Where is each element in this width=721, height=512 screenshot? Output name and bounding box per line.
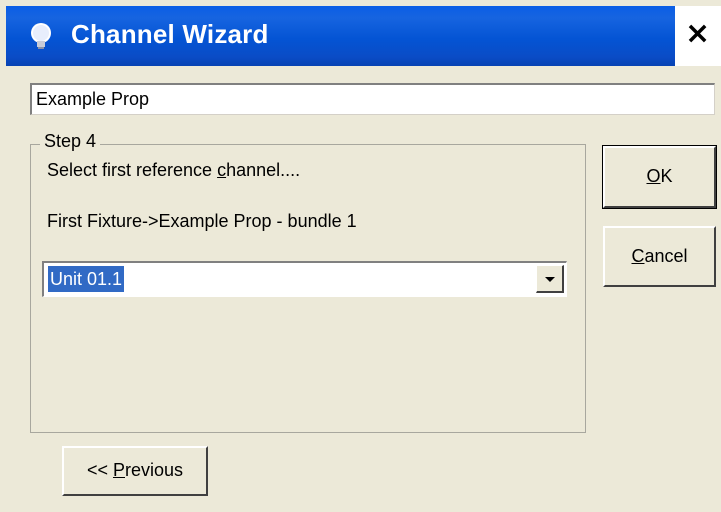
title-bar[interactable]: Channel Wizard × [6, 6, 721, 66]
window-title: Channel Wizard [71, 19, 269, 49]
selected-channel-value: Unit 01.1 [48, 266, 125, 292]
reference-channel-select[interactable]: Unit 01.1 [42, 261, 567, 297]
prop-name-input[interactable]: Example Prop [30, 83, 715, 115]
close-button[interactable]: × [675, 6, 721, 66]
close-icon: × [685, 16, 711, 51]
channel-wizard-dialog: Channel Wizard × Example Prop Step 4 Sel… [0, 0, 721, 512]
previous-button[interactable]: << Previous [62, 446, 208, 496]
instruction-label: Select first reference channel.... [47, 160, 301, 180]
chevron-down-icon[interactable] [536, 265, 564, 293]
cancel-button[interactable]: Cancel [603, 226, 716, 287]
lightbulb-icon [31, 23, 51, 49]
fixture-path-label: First Fixture->Example Prop - bundle 1 [47, 211, 357, 231]
step-legend: Step 4 [40, 131, 101, 152]
ok-button[interactable]: OK [602, 145, 717, 209]
